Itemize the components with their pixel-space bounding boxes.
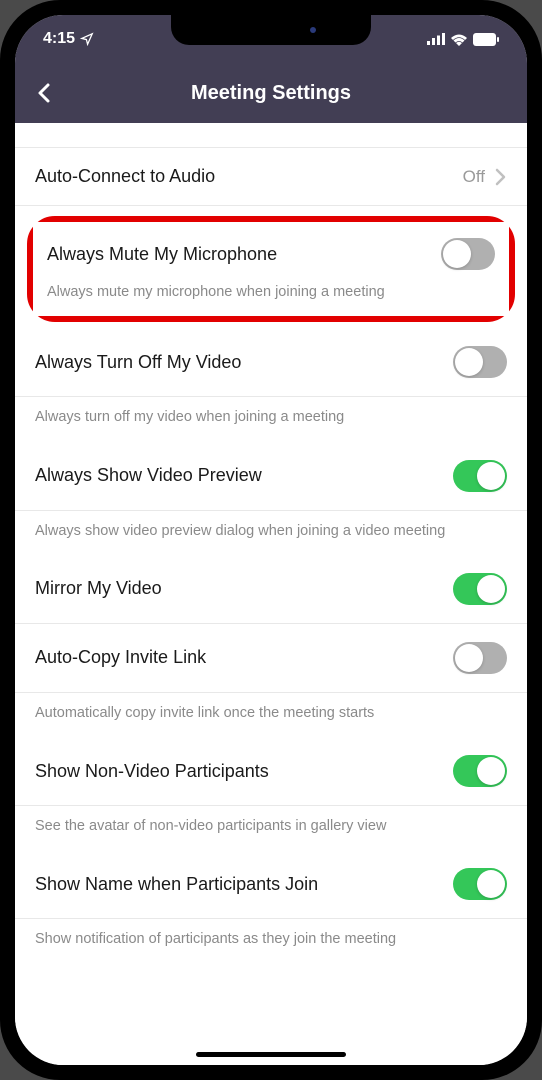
auto-connect-label: Auto-Connect to Audio xyxy=(35,166,463,187)
video-preview-row[interactable]: Always Show Video Preview xyxy=(15,442,527,511)
non-video-desc: See the avatar of non-video participants… xyxy=(15,806,527,850)
signal-icon xyxy=(427,33,445,45)
auto-copy-toggle[interactable] xyxy=(453,642,507,674)
auto-copy-row[interactable]: Auto-Copy Invite Link xyxy=(15,624,527,693)
wifi-icon xyxy=(450,33,468,46)
home-indicator[interactable] xyxy=(196,1052,346,1057)
show-name-label: Show Name when Participants Join xyxy=(35,874,453,895)
turn-off-video-desc: Always turn off my video when joining a … xyxy=(15,397,527,441)
show-name-desc: Show notification of participants as the… xyxy=(15,919,527,963)
turn-off-video-toggle[interactable] xyxy=(453,346,507,378)
auto-copy-label: Auto-Copy Invite Link xyxy=(35,647,453,668)
mirror-video-row[interactable]: Mirror My Video xyxy=(15,555,527,624)
mute-mic-label: Always Mute My Microphone xyxy=(47,244,441,265)
auto-connect-row[interactable]: Auto-Connect to Audio Off xyxy=(15,147,527,206)
back-chevron-icon[interactable] xyxy=(33,81,57,105)
content-area[interactable]: Auto-Connect to Audio Off Always Mute My… xyxy=(15,123,527,1065)
show-name-toggle[interactable] xyxy=(453,868,507,900)
turn-off-video-label: Always Turn Off My Video xyxy=(35,352,453,373)
non-video-row[interactable]: Show Non-Video Participants xyxy=(15,737,527,806)
mute-mic-toggle[interactable] xyxy=(441,238,495,270)
show-name-row[interactable]: Show Name when Participants Join xyxy=(15,850,527,919)
battery-icon xyxy=(473,33,499,46)
screen: 4:15 Meeting Settings Auto-Connect to Au… xyxy=(15,15,527,1065)
highlighted-mute-section: Always Mute My Microphone Always mute my… xyxy=(27,216,515,322)
phone-frame: 4:15 Meeting Settings Auto-Connect to Au… xyxy=(0,0,542,1080)
video-preview-toggle[interactable] xyxy=(453,460,507,492)
mirror-video-label: Mirror My Video xyxy=(35,578,453,599)
video-preview-label: Always Show Video Preview xyxy=(35,465,453,486)
nav-bar: Meeting Settings xyxy=(15,63,527,123)
location-icon xyxy=(80,32,94,46)
notch xyxy=(171,15,371,45)
chevron-right-icon xyxy=(495,168,507,186)
turn-off-video-row[interactable]: Always Turn Off My Video xyxy=(15,328,527,397)
mirror-video-toggle[interactable] xyxy=(453,573,507,605)
auto-connect-value: Off xyxy=(463,167,485,187)
status-time: 4:15 xyxy=(43,30,75,48)
auto-copy-desc: Automatically copy invite link once the … xyxy=(15,693,527,737)
mute-mic-desc: Always mute my microphone when joining a… xyxy=(33,282,509,316)
page-title: Meeting Settings xyxy=(191,82,351,105)
mute-mic-row[interactable]: Always Mute My Microphone xyxy=(33,222,509,282)
non-video-toggle[interactable] xyxy=(453,755,507,787)
non-video-label: Show Non-Video Participants xyxy=(35,761,453,782)
video-preview-desc: Always show video preview dialog when jo… xyxy=(15,511,527,555)
